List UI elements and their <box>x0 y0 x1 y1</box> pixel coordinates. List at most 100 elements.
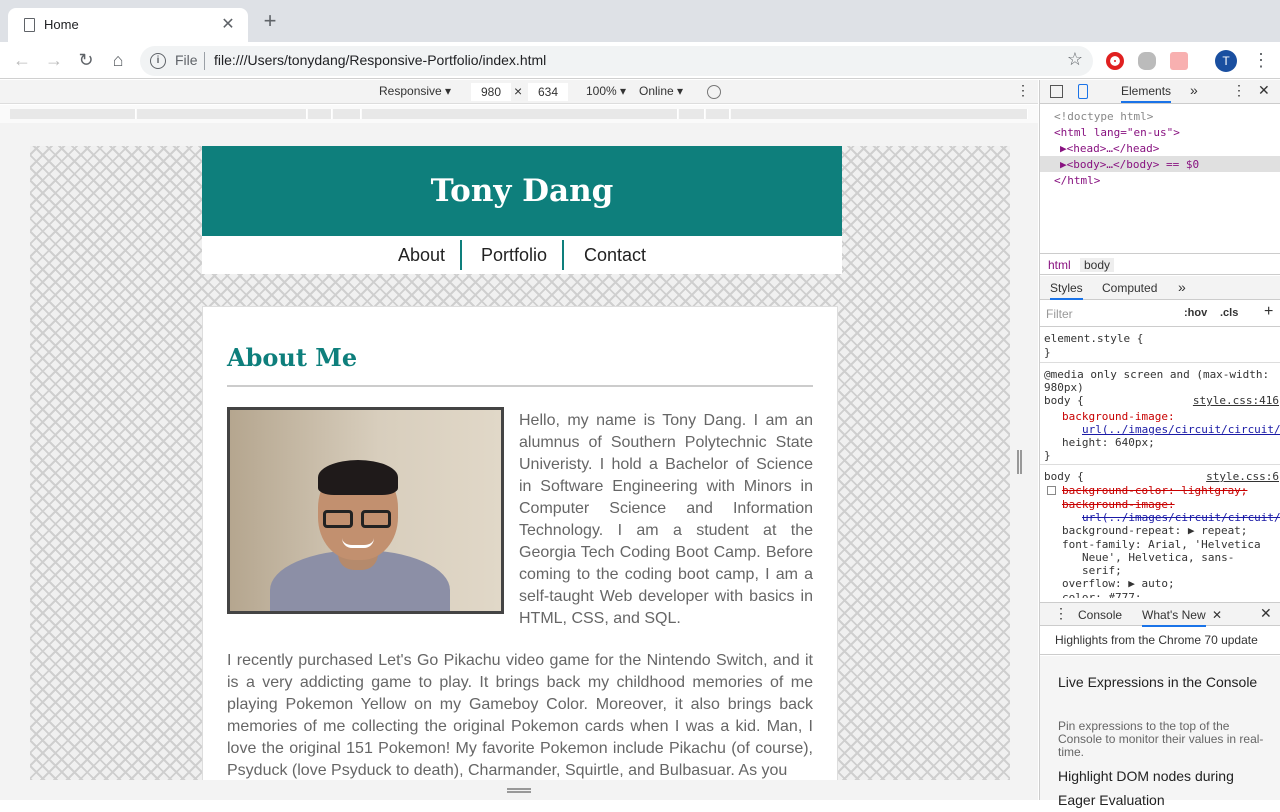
intro-paragraph: Hello, my name is Tony Dang. I am an alu… <box>519 412 813 627</box>
close-devtools-icon[interactable]: ✕ <box>1258 82 1270 99</box>
crumb-body[interactable]: body <box>1080 258 1115 272</box>
forward-button[interactable]: → <box>42 49 66 71</box>
network-throttle-select[interactable]: Online ▾ <box>639 84 683 98</box>
about-section: About Me Hello, my name is Tony Dang. I … <box>202 306 838 780</box>
dom-body[interactable]: ▶<body>…</body> == $0 <box>1060 158 1199 171</box>
media-query-ruler[interactable] <box>0 105 1038 123</box>
nav-divider <box>562 240 564 270</box>
crumb-html[interactable]: html <box>1044 258 1075 272</box>
filter-input[interactable]: Filter <box>1046 307 1073 321</box>
drawer-tabbar: ⋮ Console What's New ✕ ✕ <box>1040 602 1280 627</box>
css-value[interactable]: url(../images/circuit/circuit/ <box>1082 423 1280 436</box>
close-whats-new-icon[interactable]: ✕ <box>1212 608 1222 622</box>
tab-elements[interactable]: Elements <box>1121 84 1172 103</box>
dom-html-open[interactable]: <html lang="en-us"> <box>1054 126 1180 139</box>
body-selector: body { <box>1044 394 1084 407</box>
bookmark-star-icon[interactable]: ☆ <box>1067 49 1083 70</box>
css-value[interactable]: serif; <box>1082 564 1122 577</box>
tab-console[interactable]: Console <box>1078 608 1122 622</box>
toolbar: ← → ↻ ⌂ i File file:///Users/tonydang/Re… <box>0 42 1280 79</box>
resize-handle-bottom[interactable] <box>507 788 531 793</box>
css-property[interactable]: background-image: <box>1062 498 1175 511</box>
stylesheet-link[interactable]: style.css:6 <box>1206 470 1279 483</box>
divider <box>204 52 205 70</box>
css-value[interactable]: url(../images/circuit/circuit/ <box>1082 511 1280 524</box>
nav-about-link[interactable]: About <box>398 245 445 266</box>
resize-handle-right[interactable] <box>1017 450 1022 474</box>
close-tab-icon[interactable]: ✕ <box>218 14 238 34</box>
whats-new-header: Highlights from the Chrome 70 update <box>1040 627 1280 655</box>
element-style-rule[interactable]: element.style { <box>1044 332 1143 345</box>
opera-extension-icon[interactable] <box>1106 52 1124 70</box>
class-toggle[interactable]: .cls <box>1220 307 1238 319</box>
tab-title: Home <box>44 17 79 32</box>
back-button[interactable]: ← <box>10 49 34 71</box>
reload-button[interactable]: ↻ <box>74 49 98 71</box>
viewport-height-input[interactable]: 634 <box>528 83 568 101</box>
whats-new-content: Live Expressions in the Console Pin expr… <box>1040 656 1280 808</box>
css-property[interactable]: font-family: Arial, 'Helvetica <box>1062 538 1261 551</box>
dom-head[interactable]: ▶<head>…</head> <box>1060 142 1159 155</box>
section-rule <box>227 385 813 387</box>
stylesheet-link[interactable]: style.css:416 <box>1193 394 1279 407</box>
property-checkbox[interactable] <box>1047 486 1056 495</box>
document-icon <box>24 18 35 32</box>
rule-close: } <box>1044 449 1051 462</box>
more-style-tabs-icon[interactable]: » <box>1178 279 1186 295</box>
css-value[interactable]: Neue', Helvetica, sans- <box>1082 551 1234 564</box>
chrome-menu-icon[interactable]: ⋮ <box>1252 49 1270 71</box>
feature-title[interactable]: Highlight DOM nodes during Eager Evaluat… <box>1058 764 1258 812</box>
tab-strip: Home ✕ + <box>0 0 1280 42</box>
dom-doctype[interactable]: <!doctype html> <box>1054 110 1153 123</box>
styles-tabbar: Styles Computed » <box>1040 276 1280 300</box>
site-title: Tony Dang <box>430 173 614 209</box>
cloud-extension-icon[interactable] <box>1138 52 1156 70</box>
tab-computed[interactable]: Computed <box>1102 281 1157 295</box>
body-paragraph: I recently purchased Let's Go Pikachu vi… <box>227 652 813 779</box>
more-tabs-icon[interactable]: » <box>1190 82 1198 98</box>
rule-close: } <box>1044 346 1051 359</box>
share-extension-icon[interactable] <box>1170 52 1188 70</box>
css-property[interactable]: background-color: lightgray; <box>1062 484 1247 497</box>
css-property[interactable]: background-repeat: ▶ repeat; <box>1062 524 1247 537</box>
address-bar[interactable]: i File file:///Users/tonydang/Responsive… <box>140 46 1093 76</box>
site-nav: About Portfolio Contact <box>202 236 842 274</box>
drawer-menu-icon[interactable]: ⋮ <box>1054 605 1068 622</box>
tab-styles[interactable]: Styles <box>1050 281 1083 300</box>
css-property[interactable]: color: #777; <box>1062 591 1141 598</box>
hover-state-toggle[interactable]: :hov <box>1184 307 1207 319</box>
inspect-element-icon[interactable] <box>1050 85 1063 98</box>
styles-filter: Filter :hov .cls + <box>1040 301 1280 327</box>
device-mode-select[interactable]: Responsive ▾ <box>379 84 451 98</box>
new-tab-button[interactable]: + <box>258 10 282 34</box>
css-property[interactable]: background-image: <box>1062 410 1175 423</box>
media-query-cont: 980px) <box>1044 381 1084 394</box>
devtools-menu-icon[interactable]: ⋮ <box>1232 82 1246 99</box>
nav-contact-link[interactable]: Contact <box>584 245 646 266</box>
url-text[interactable]: file:///Users/tonydang/Responsive-Portfo… <box>214 52 546 68</box>
feature-description: Pin expressions to the top of the Consol… <box>1058 719 1264 759</box>
tab-whats-new[interactable]: What's New <box>1142 608 1206 627</box>
viewport-width-input[interactable]: 980 <box>471 83 511 101</box>
home-button[interactable]: ⌂ <box>106 49 130 71</box>
dimension-separator: × <box>514 83 523 99</box>
media-query: @media only screen and (max-width: <box>1044 368 1270 381</box>
rotate-icon[interactable] <box>707 85 721 99</box>
add-rule-icon[interactable]: + <box>1264 303 1273 321</box>
device-toggle-icon[interactable] <box>1078 84 1088 99</box>
nav-portfolio-link[interactable]: Portfolio <box>481 245 547 266</box>
dom-html-close[interactable]: </html> <box>1054 174 1100 187</box>
profile-avatar[interactable]: T <box>1215 50 1237 72</box>
css-property[interactable]: overflow: ▶ auto; <box>1062 577 1175 590</box>
css-property[interactable]: height: 640px; <box>1062 436 1155 449</box>
feature-title[interactable]: Live Expressions in the Console <box>1058 670 1258 694</box>
devtools-panel: Elements » ⋮ ✕ <!doctype html> <html lan… <box>1039 80 1280 808</box>
zoom-select[interactable]: 100% ▾ <box>586 84 626 98</box>
nav-divider <box>460 240 462 270</box>
devtools-tabbar: Elements » ⋮ ✕ <box>1040 80 1280 104</box>
highlights-text: Highlights from the Chrome 70 update <box>1055 633 1258 647</box>
close-drawer-icon[interactable]: ✕ <box>1260 605 1272 622</box>
info-icon[interactable]: i <box>150 53 166 69</box>
device-toolbar-menu-icon[interactable]: ⋮ <box>1016 82 1030 99</box>
browser-tab[interactable]: Home ✕ <box>8 8 248 42</box>
